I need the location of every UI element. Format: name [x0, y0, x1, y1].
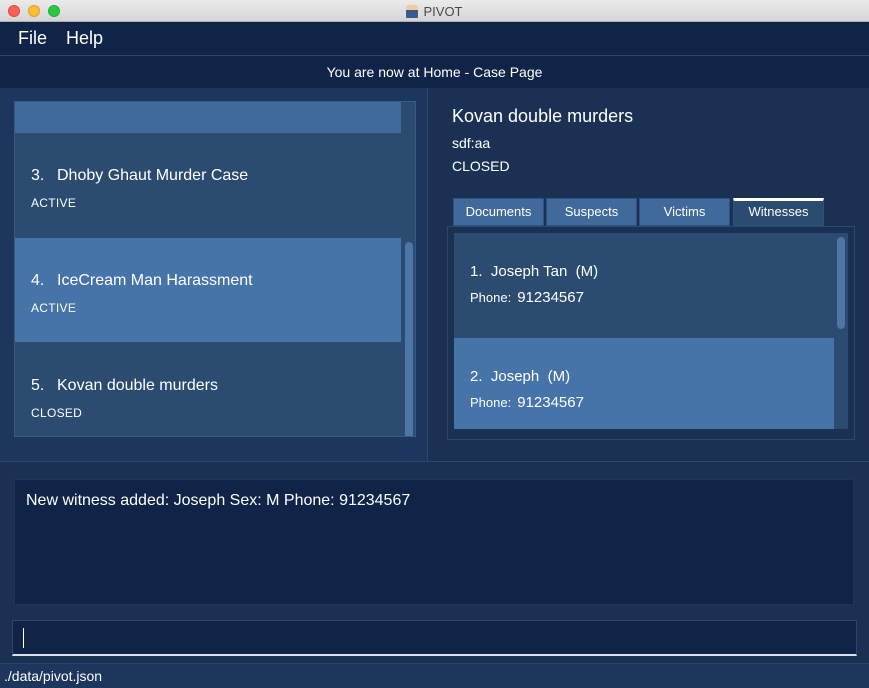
witness-list-item-selected[interactable]: 2. Joseph (M) Phone: 91234567	[454, 338, 834, 429]
case-detail-title: Kovan double murders	[452, 106, 634, 126]
tab-victims[interactable]: Victims	[639, 198, 730, 226]
case-detail-description: sdf:aa	[452, 135, 491, 151]
tab-documents[interactable]: Documents	[453, 198, 544, 226]
witness-index: 2.	[470, 368, 483, 385]
case-status: ACTIVE	[31, 196, 77, 210]
text-caret	[23, 628, 24, 648]
case-list-item-partial[interactable]	[15, 102, 401, 133]
phone-value: 91234567	[517, 394, 584, 411]
case-title: 4. IceCream Man Harassment	[31, 272, 253, 290]
witness-phone: Phone: 91234567	[470, 289, 584, 306]
menu-file[interactable]: File	[18, 28, 47, 49]
case-index: 3.	[31, 167, 45, 184]
command-area	[0, 613, 869, 663]
case-list-scrollbar[interactable]	[402, 102, 415, 436]
witness-list-item[interactable]: 1. Joseph Tan (M) Phone: 91234567	[454, 233, 834, 337]
result-display: New witness added: Joseph Sex: M Phone: …	[14, 479, 854, 605]
witness-list-scroll-thumb[interactable]	[837, 237, 845, 329]
result-panel: New witness added: Joseph Sex: M Phone: …	[0, 473, 869, 613]
witness-list[interactable]: 1. Joseph Tan (M) Phone: 91234567 2. Jose…	[454, 233, 848, 429]
phone-value: 91234567	[517, 289, 584, 306]
window-title-text: PIVOT	[423, 4, 463, 19]
witness-tab-content: 1. Joseph Tan (M) Phone: 91234567 2. Jose…	[447, 226, 855, 440]
case-list-scroll-thumb[interactable]	[405, 242, 413, 436]
phone-label: Phone:	[470, 290, 512, 305]
case-title: 3. Dhoby Ghaut Murder Case	[31, 167, 248, 185]
panel-divider[interactable]	[0, 461, 869, 473]
witness-name: Joseph Tan	[490, 263, 568, 280]
case-name: IceCream Man Harassment	[57, 272, 253, 289]
case-status: CLOSED	[31, 406, 83, 420]
result-message: New witness added: Joseph Sex: M Phone: …	[26, 492, 411, 509]
window-title: PIVOT	[0, 4, 869, 19]
witness-title: 1. Joseph Tan (M)	[470, 263, 598, 280]
case-name: Dhoby Ghaut Murder Case	[57, 167, 249, 184]
case-list-panel: 3. Dhoby Ghaut Murder Case ACTIVE 4. IceCr…	[0, 88, 428, 461]
witness-index: 1.	[470, 263, 483, 280]
tab-suspects[interactable]: Suspects	[546, 198, 637, 226]
status-bar: ./data/pivot.json	[0, 663, 869, 688]
phone-label: Phone:	[470, 395, 512, 410]
pivot-app-icon	[406, 5, 419, 18]
case-status: ACTIVE	[31, 301, 77, 315]
menu-bar: File Help	[0, 22, 869, 55]
command-input[interactable]	[12, 620, 857, 656]
case-list[interactable]: 3. Dhoby Ghaut Murder Case ACTIVE 4. IceCr…	[14, 101, 416, 437]
storage-path: ./data/pivot.json	[4, 668, 103, 684]
location-bar: You are now at Home - Case Page	[0, 55, 869, 88]
case-name: Kovan double murders	[57, 377, 218, 394]
window-titlebar: PIVOT	[0, 0, 869, 22]
witness-sex: (M)	[575, 263, 599, 280]
location-text: You are now at Home - Case Page	[326, 64, 543, 80]
witness-sex: (M)	[547, 368, 571, 385]
case-list-item[interactable]: 3. Dhoby Ghaut Murder Case ACTIVE	[15, 133, 401, 237]
witness-title: 2. Joseph (M)	[470, 368, 570, 385]
case-index: 4.	[31, 272, 45, 289]
case-index: 5.	[31, 377, 45, 394]
witness-name: Joseph	[490, 368, 540, 385]
witness-phone: Phone: 91234567	[470, 394, 584, 411]
case-title: 5. Kovan double murders	[31, 377, 218, 395]
case-detail-panel: Kovan double murders sdf:aa CLOSED Docum…	[429, 88, 869, 461]
case-list-item-selected[interactable]: 4. IceCream Man Harassment ACTIVE	[15, 238, 401, 342]
case-list-item[interactable]: 5. Kovan double murders CLOSED	[15, 343, 401, 436]
tab-witnesses[interactable]: Witnesses	[733, 198, 824, 226]
menu-help[interactable]: Help	[66, 28, 103, 49]
case-detail-status: CLOSED	[452, 158, 510, 174]
